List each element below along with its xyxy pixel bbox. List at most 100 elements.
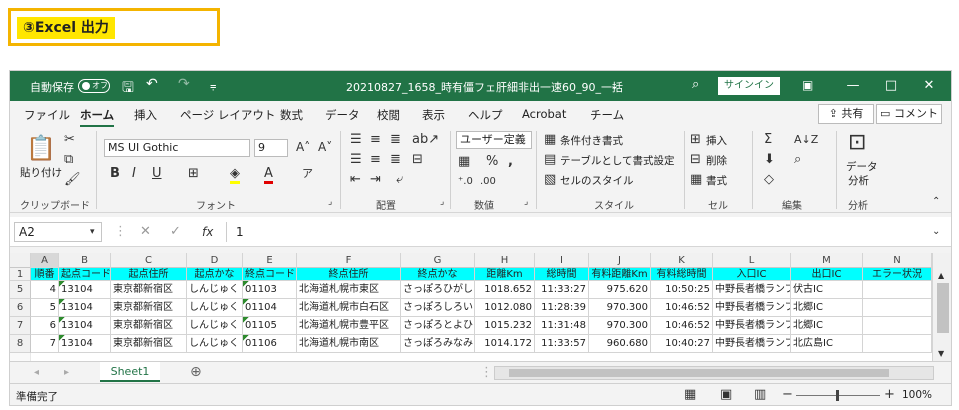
sort-filter-icon[interactable]: A↓Z: [794, 133, 818, 147]
table-cell[interactable]: 伏古IC: [791, 281, 863, 299]
row-header[interactable]: 8: [10, 335, 31, 353]
orientation-icon[interactable]: ab↗: [412, 133, 439, 147]
table-cell[interactable]: 13104: [59, 281, 111, 299]
table-cell[interactable]: 975.620: [589, 281, 651, 299]
header-cell[interactable]: 距離Km: [475, 268, 535, 281]
autosave-toggle[interactable]: オフ: [78, 79, 110, 93]
table-cell[interactable]: 中野長者橋ランプ: [713, 281, 791, 299]
new-sheet-button[interactable]: ⊕: [190, 365, 202, 379]
column-header[interactable]: F: [297, 253, 401, 268]
enter-icon[interactable]: ✓: [170, 225, 181, 239]
column-header[interactable]: M: [791, 253, 863, 268]
row-header[interactable]: 6: [10, 299, 31, 317]
vertical-scrollbar[interactable]: ▲ ▼: [932, 253, 951, 361]
table-cell[interactable]: 6: [31, 317, 59, 335]
table-cell[interactable]: 10:40:27: [651, 335, 713, 353]
page-break-view-icon[interactable]: ▥: [754, 388, 766, 402]
worksheet-grid[interactable]: A B C D E F G H I J K L M N 1 順番 起点コード 起点住所…: [10, 253, 932, 361]
table-cell[interactable]: 7: [31, 335, 59, 353]
name-box[interactable]: A2: [14, 222, 102, 242]
decrease-font-icon[interactable]: A˅: [318, 140, 332, 154]
header-cell[interactable]: 総時間: [535, 268, 589, 281]
h-scroll-thumb[interactable]: [509, 369, 889, 377]
header-cell[interactable]: 起点かな: [187, 268, 243, 281]
column-header[interactable]: K: [651, 253, 713, 268]
close-button[interactable]: ✕: [914, 75, 944, 97]
header-cell[interactable]: 順番: [31, 268, 59, 281]
table-cell[interactable]: 4: [31, 281, 59, 299]
tab-home[interactable]: ホーム: [80, 107, 115, 127]
table-cell[interactable]: 北海道札幌市豊平区: [297, 317, 401, 335]
font-name-select[interactable]: MS UI Gothic: [104, 139, 250, 157]
table-cell[interactable]: 01105: [243, 317, 297, 335]
search-icon[interactable]: ⌕: [692, 77, 699, 92]
align-middle-icon[interactable]: ≡: [370, 133, 381, 147]
tab-file[interactable]: ファイル: [24, 107, 70, 123]
header-cell[interactable]: 終点かな: [401, 268, 475, 281]
increase-indent-icon[interactable]: ⇥: [370, 173, 381, 187]
decrease-indent-icon[interactable]: ⇤: [350, 173, 361, 187]
table-cell[interactable]: しんじゅく: [187, 299, 243, 317]
align-bottom-icon[interactable]: ≣: [390, 133, 401, 147]
column-header[interactable]: L: [713, 253, 791, 268]
title-dropdown-icon[interactable]: ⌄: [610, 79, 619, 92]
table-cell[interactable]: さっぽろみなみ: [401, 335, 475, 353]
table-cell[interactable]: 1018.652: [475, 281, 535, 299]
alignment-dialog-launcher-icon[interactable]: ⌟: [440, 195, 444, 209]
cell-styles-button[interactable]: セルのスタイル: [560, 173, 634, 188]
table-cell[interactable]: 北広島IC: [791, 335, 863, 353]
namebox-dropdown-icon[interactable]: ▾: [90, 225, 95, 239]
next-sheet-icon[interactable]: ▸: [64, 366, 69, 380]
table-cell[interactable]: 北郷IC: [791, 317, 863, 335]
table-cell[interactable]: 中野長者橋ランプ: [713, 299, 791, 317]
scroll-up-icon[interactable]: ▲: [938, 269, 944, 283]
expand-formula-icon[interactable]: ⌄: [932, 225, 940, 239]
font-color-icon[interactable]: A: [264, 167, 273, 184]
tab-insert[interactable]: 挿入: [134, 107, 157, 123]
row-header[interactable]: 5: [10, 281, 31, 299]
table-cell[interactable]: 01106: [243, 335, 297, 353]
share-button[interactable]: ⇪ 共有: [818, 104, 874, 124]
header-cell[interactable]: 有料距離Km: [589, 268, 651, 281]
header-cell[interactable]: 終点コード: [243, 268, 297, 281]
table-cell[interactable]: 北海道札幌市南区: [297, 335, 401, 353]
page-layout-view-icon[interactable]: ▣: [720, 388, 732, 402]
table-cell[interactable]: 970.300: [589, 299, 651, 317]
table-cell[interactable]: 11:33:57: [535, 335, 589, 353]
table-cell[interactable]: 北郷IC: [791, 299, 863, 317]
percent-style-icon[interactable]: %: [486, 155, 498, 169]
ribbon-display-icon[interactable]: ▣: [802, 78, 813, 92]
column-header[interactable]: A: [31, 253, 59, 268]
header-cell[interactable]: 終点住所: [297, 268, 401, 281]
column-header[interactable]: E: [243, 253, 297, 268]
table-cell[interactable]: しんじゅく: [187, 281, 243, 299]
table-cell[interactable]: 11:28:39: [535, 299, 589, 317]
italic-button[interactable]: I: [132, 167, 136, 181]
header-cell[interactable]: エラー状況: [863, 268, 932, 281]
formula-input[interactable]: 1: [236, 225, 244, 239]
row-header[interactable]: 1: [10, 268, 31, 281]
redo-icon[interactable]: ↷: [178, 76, 190, 92]
horizontal-scrollbar[interactable]: [494, 366, 934, 380]
save-icon[interactable]: 🖫: [122, 77, 134, 101]
column-header[interactable]: D: [187, 253, 243, 268]
column-header[interactable]: G: [401, 253, 475, 268]
customize-qat-icon[interactable]: ⩦: [210, 79, 216, 93]
tab-page-layout[interactable]: ページ レイアウト: [180, 107, 275, 123]
table-cell[interactable]: さっぽろとよひら: [401, 317, 475, 335]
column-header[interactable]: I: [535, 253, 589, 268]
table-cell[interactable]: 13104: [59, 317, 111, 335]
autosum-icon[interactable]: Σ: [764, 133, 772, 147]
table-cell[interactable]: 中野長者橋ランプ: [713, 317, 791, 335]
tab-data[interactable]: データ: [325, 107, 360, 123]
row-header-partial[interactable]: [10, 353, 31, 361]
cut-icon[interactable]: ✂: [64, 133, 75, 147]
wrap-text-icon[interactable]: ⤶: [396, 173, 403, 187]
select-all-corner[interactable]: [10, 253, 31, 268]
minimize-button[interactable]: —: [838, 75, 868, 97]
delete-cells-button[interactable]: 削除: [706, 153, 727, 168]
scroll-thumb[interactable]: [937, 283, 949, 333]
table-cell[interactable]: 960.680: [589, 335, 651, 353]
tab-split-handle[interactable]: ⋮: [480, 366, 493, 380]
table-cell[interactable]: さっぽろしろいし: [401, 299, 475, 317]
